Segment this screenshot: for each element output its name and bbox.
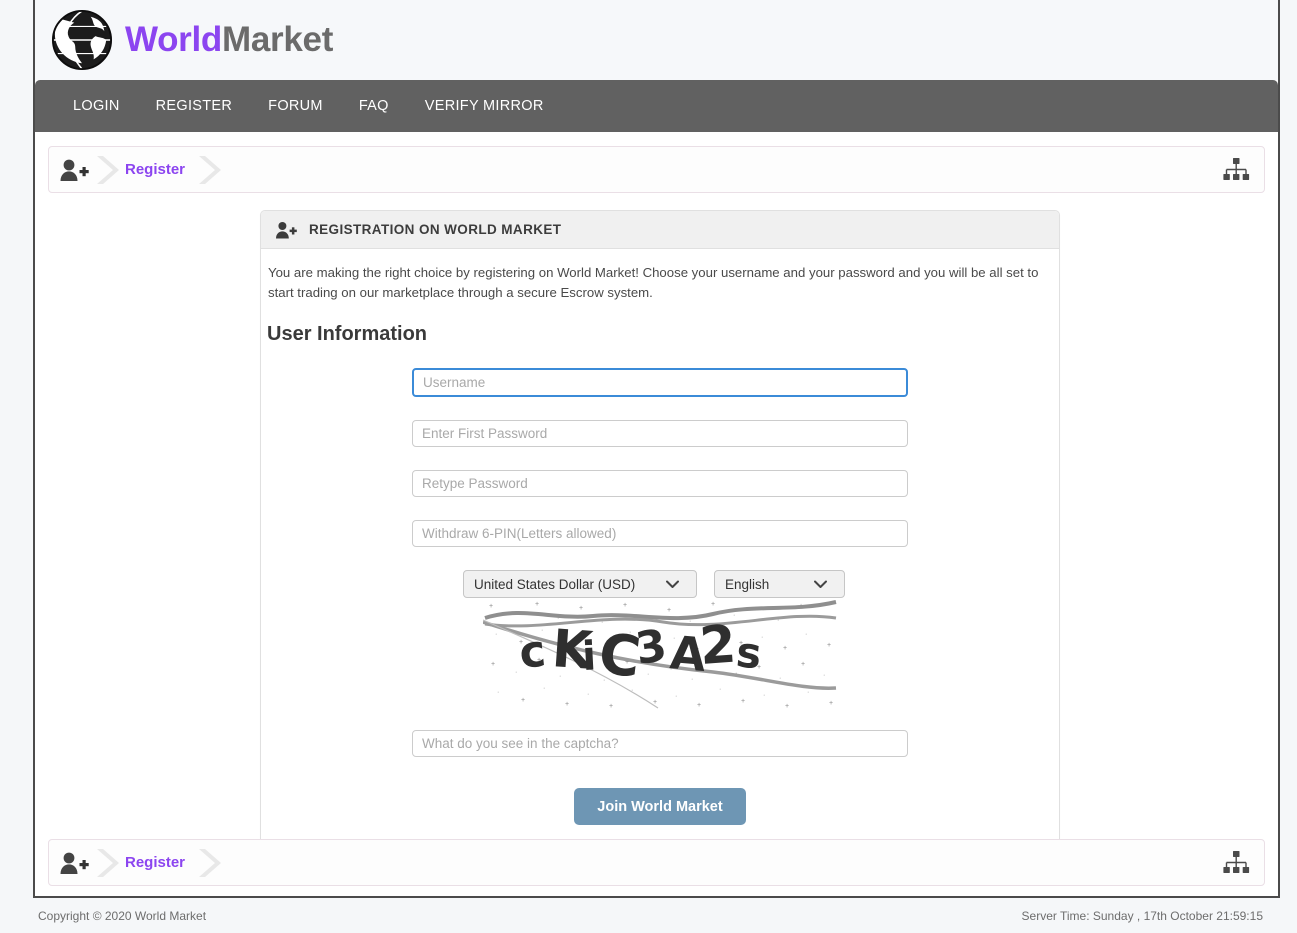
join-world-market-button[interactable]: Join World Market [574, 788, 746, 825]
svg-text:+: + [667, 607, 671, 614]
language-select-wrapper: English [714, 570, 845, 598]
user-add-icon [275, 220, 297, 240]
sitemap-icon[interactable] [1222, 157, 1250, 183]
chevron-right-icon [193, 847, 222, 879]
svg-text:+: + [829, 700, 833, 707]
password-first-input[interactable] [412, 420, 908, 447]
section-title-user-information: User Information [267, 323, 428, 345]
svg-text:+: + [579, 605, 583, 612]
svg-text:+: + [491, 661, 495, 668]
intro-text: You are making the right choice by regis… [268, 265, 1039, 300]
captcha-answer-input[interactable] [412, 730, 908, 757]
brand-title: WorldMarket [125, 20, 333, 60]
svg-text:+: + [521, 697, 525, 704]
currency-select[interactable]: United States Dollar (USD) [463, 570, 697, 598]
brand-title-secondary: Market [222, 20, 334, 59]
chevron-right-icon [91, 154, 119, 186]
svg-text:+: + [623, 602, 627, 609]
svg-text:+: + [783, 645, 787, 652]
page-footer: Copyright © 2020 World Market Server Tim… [33, 898, 1280, 933]
svg-text:·: · [497, 689, 499, 696]
captcha-image: + · + · + · + · + · + · + · + · · + · + · + · + · + · + · + [482, 598, 838, 711]
svg-text:·: · [543, 685, 545, 692]
currency-select-wrapper: United States Dollar (USD) [463, 570, 697, 598]
main-navbar: LOGIN REGISTER FORUM FAQ VERIFY MIRROR [35, 80, 1278, 132]
registration-form: United States Dollar (USD) English [267, 368, 1053, 825]
brand-header: WorldMarket [35, 0, 1278, 80]
svg-text:+: + [609, 703, 613, 710]
svg-text:·: · [823, 672, 825, 679]
breadcrumb-bottom: Register [48, 839, 1265, 886]
breadcrumb-current[interactable]: Register [119, 161, 191, 178]
svg-text:+: + [827, 642, 831, 649]
svg-text:·: · [495, 631, 497, 638]
user-add-icon[interactable] [59, 850, 89, 876]
registration-panel: REGISTRATION ON WORLD MARKET You are mak… [260, 210, 1060, 852]
breadcrumb-trail: Register [59, 154, 222, 186]
breadcrumb-current-bottom[interactable]: Register [119, 854, 191, 871]
password-retype-input[interactable] [412, 470, 908, 497]
breadcrumb-top: Register [48, 146, 1265, 193]
svg-text:·: · [807, 689, 809, 696]
withdraw-pin-input[interactable] [412, 520, 908, 547]
svg-text:i: i [581, 633, 597, 680]
sitemap-icon[interactable] [1222, 850, 1250, 876]
svg-text:+: + [711, 601, 715, 608]
svg-text:+: + [697, 702, 701, 709]
preferences-row: United States Dollar (USD) English [412, 570, 908, 598]
main-container: WorldMarket LOGIN REGISTER FORUM FAQ VER… [33, 0, 1280, 898]
svg-text:2: 2 [697, 615, 737, 677]
svg-text:·: · [675, 693, 677, 700]
svg-text:·: · [763, 692, 765, 699]
nav-item-faq[interactable]: FAQ [341, 80, 407, 132]
globe-icon [47, 9, 113, 71]
svg-text:+: + [785, 703, 789, 710]
svg-text:+: + [741, 698, 745, 705]
chevron-right-icon [193, 154, 222, 186]
svg-text:+: + [801, 661, 805, 668]
copyright-text: Copyright © 2020 World Market [38, 908, 207, 923]
nav-item-register[interactable]: REGISTER [138, 80, 251, 132]
svg-text:+: + [565, 701, 569, 708]
svg-text:·: · [719, 686, 721, 693]
nav-item-verify-mirror[interactable]: VERIFY MIRROR [407, 80, 562, 132]
language-select[interactable]: English [714, 570, 845, 598]
breadcrumb-trail-bottom: Register [59, 847, 222, 879]
panel-header: REGISTRATION ON WORLD MARKET [261, 211, 1059, 249]
svg-text:·: · [587, 691, 589, 698]
submit-row: Join World Market [412, 788, 908, 825]
svg-text:+: + [489, 603, 493, 610]
nav-item-forum[interactable]: FORUM [250, 80, 341, 132]
brand-title-primary: World [125, 20, 223, 59]
username-input[interactable] [412, 368, 908, 397]
svg-text:c: c [516, 625, 547, 678]
svg-text:s: s [733, 627, 763, 678]
svg-text:·: · [805, 631, 807, 638]
svg-text:+: + [535, 601, 539, 608]
svg-text:·: · [515, 669, 517, 676]
panel-title: REGISTRATION ON WORLD MARKET [309, 222, 562, 237]
page-root: WorldMarket LOGIN REGISTER FORUM FAQ VER… [0, 0, 1297, 933]
panel-body: You are making the right choice by regis… [261, 249, 1059, 851]
chevron-right-icon [91, 847, 119, 879]
server-time-text: Server Time: Sunday , 17th October 21:59… [1021, 908, 1263, 923]
nav-item-login[interactable]: LOGIN [55, 80, 138, 132]
user-add-icon[interactable] [59, 157, 89, 183]
